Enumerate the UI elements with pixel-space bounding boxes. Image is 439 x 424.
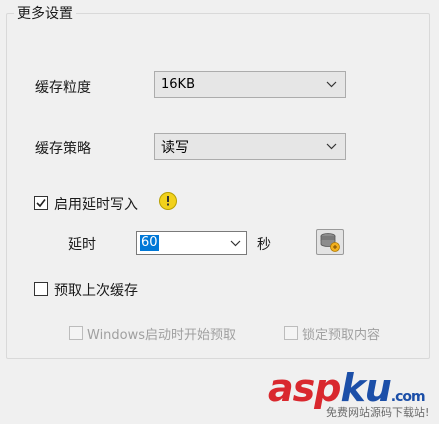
chevron-down-icon xyxy=(317,72,345,97)
delay-input[interactable]: 60 xyxy=(137,232,224,254)
more-settings-group xyxy=(6,13,430,359)
cache-strategy-label: 缓存策略 xyxy=(35,141,91,157)
watermark-suffix: .com xyxy=(390,389,426,405)
lock-prefetch-label: 锁定预取内容 xyxy=(302,328,381,343)
aspku-watermark-logo: aspku.com 免费网站源码下载站! xyxy=(268,366,439,424)
cache-granularity-select[interactable]: 16KB xyxy=(154,71,346,98)
cache-strategy-value: 读写 xyxy=(161,139,189,156)
database-icon xyxy=(320,233,340,252)
chevron-down-icon[interactable] xyxy=(224,232,246,254)
chevron-down-icon xyxy=(317,134,345,159)
cache-granularity-label: 缓存粒度 xyxy=(35,80,91,96)
watermark-tagline: 免费网站源码下载站! xyxy=(326,406,430,419)
delayed-write-label[interactable]: 启用延时写入 xyxy=(54,194,138,214)
lock-prefetch-checkbox[interactable] xyxy=(284,326,298,340)
warning-icon[interactable] xyxy=(159,192,177,210)
delay-label: 延时 xyxy=(68,237,96,253)
prefetch-on-start-label: Windows启动时开始预取 xyxy=(87,328,237,343)
delay-combobox[interactable]: 60 xyxy=(136,231,247,255)
prefetch-on-start-checkbox[interactable] xyxy=(69,326,83,340)
group-title: 更多设置 xyxy=(14,3,76,23)
delay-unit: 秒 xyxy=(257,237,271,253)
delayed-write-checkbox[interactable] xyxy=(34,196,48,210)
cache-strategy-select[interactable]: 读写 xyxy=(154,133,346,160)
cache-granularity-value: 16KB xyxy=(161,77,195,92)
prefetch-last-label[interactable]: 预取上次缓存 xyxy=(54,280,138,300)
delay-value: 60 xyxy=(140,235,159,251)
prefetch-last-checkbox[interactable] xyxy=(34,282,48,296)
database-button[interactable] xyxy=(316,229,344,255)
